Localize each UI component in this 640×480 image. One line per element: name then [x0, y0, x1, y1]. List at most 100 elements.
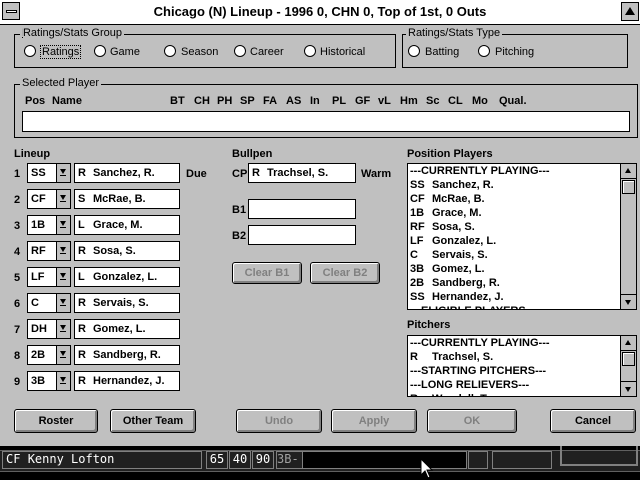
list-item[interactable]: C Servais, S. — [410, 249, 488, 261]
scroll-down-icon[interactable] — [621, 294, 636, 309]
lineup-player-field[interactable]: L Grace, M. — [74, 215, 180, 235]
lineup-player-field[interactable]: R Hernandez, J. — [74, 371, 180, 391]
radio-pitching-label[interactable]: Pitching — [495, 46, 534, 58]
lineup-player-field[interactable]: R Sosa, S. — [74, 241, 180, 261]
radio-game-label[interactable]: Game — [110, 46, 140, 58]
header-sc: Sc — [426, 95, 440, 107]
list-item[interactable]: RF Sosa, S. — [410, 221, 475, 233]
radio-season[interactable] — [164, 45, 176, 57]
radio-season-label[interactable]: Season — [181, 46, 218, 58]
list-item-pos: SS — [410, 179, 425, 191]
lineup-player-hand: R — [78, 245, 86, 257]
lineup-position-select[interactable]: DH — [27, 319, 71, 339]
radio-batting-label[interactable]: Batting — [425, 46, 459, 58]
radio-game[interactable] — [94, 45, 106, 57]
lineup-position-select[interactable]: 2B — [27, 345, 71, 365]
scroll-up-icon[interactable] — [621, 336, 636, 351]
lineup-position-select[interactable]: SS — [27, 163, 71, 183]
batter-name: Kenny Lofton — [27, 452, 115, 466]
list-item[interactable]: 2B Sandberg, R. — [410, 277, 500, 289]
radio-ratings[interactable] — [24, 45, 36, 57]
scroll-down-icon[interactable] — [621, 381, 636, 396]
radio-ratings-label[interactable]: Ratings — [40, 45, 82, 59]
list-item[interactable]: ---CURRENTLY PLAYING--- — [410, 165, 550, 177]
position-players-scrollbar[interactable] — [620, 164, 636, 309]
lineup-position-select[interactable]: LF — [27, 267, 71, 287]
list-item-name: Sandberg, R. — [432, 277, 500, 289]
dropdown-arrow-icon[interactable] — [56, 294, 70, 312]
lineup-position-select[interactable]: 3B — [27, 371, 71, 391]
lineup-player-field[interactable]: R Servais, S. — [74, 293, 180, 313]
radio-career[interactable] — [234, 45, 246, 57]
scroll-thumb[interactable] — [622, 180, 635, 194]
lineup-position-select[interactable]: 1B — [27, 215, 71, 235]
dropdown-arrow-icon[interactable] — [56, 320, 70, 338]
radio-batting[interactable] — [408, 45, 420, 57]
other-team-button[interactable]: Other Team — [110, 409, 196, 433]
window-title: Chicago (N) Lineup - 1996 0, CHN 0, Top … — [153, 4, 487, 19]
ok-button[interactable]: OK — [427, 409, 517, 433]
scroll-thumb[interactable] — [622, 352, 635, 366]
list-item-name: Sanchez, R. — [432, 179, 494, 191]
dropdown-arrow-icon[interactable] — [56, 216, 70, 234]
scroll-up-icon[interactable] — [621, 164, 636, 179]
list-item[interactable]: ---CURRENTLY PLAYING--- — [410, 337, 550, 349]
dropdown-arrow-icon[interactable] — [56, 190, 70, 208]
dropdown-arrow-icon[interactable] — [56, 268, 70, 286]
apply-button[interactable]: Apply — [331, 409, 417, 433]
radio-historical[interactable] — [304, 45, 316, 57]
list-item[interactable]: LF Gonzalez, L. — [410, 235, 496, 247]
lineup-player-name: Sanchez, R. — [93, 167, 155, 179]
cancel-button[interactable]: Cancel — [550, 409, 636, 433]
radio-historical-label[interactable]: Historical — [320, 46, 365, 58]
stat-1: 65 — [206, 451, 228, 469]
list-item-name: Wendell, T. — [432, 393, 489, 396]
selected-player-row[interactable] — [22, 111, 630, 132]
lineup-position-select[interactable]: RF — [27, 241, 71, 261]
system-menu-icon[interactable] — [2, 2, 20, 20]
list-item[interactable]: 1B Grace, M. — [410, 207, 482, 219]
clear-b1-button[interactable]: Clear B1 — [232, 262, 302, 284]
undo-button[interactable]: Undo — [236, 409, 322, 433]
dropdown-arrow-icon[interactable] — [56, 164, 70, 182]
lineup-player-field[interactable]: S McRae, B. — [74, 189, 180, 209]
lineup-position-value: SS — [31, 167, 46, 179]
maximize-icon[interactable] — [621, 2, 639, 21]
dropdown-arrow-icon[interactable] — [56, 242, 70, 260]
radio-career-label[interactable]: Career — [250, 46, 284, 58]
position-players-title: Position Players — [407, 148, 493, 160]
list-item[interactable]: R Trachsel, S. — [410, 351, 493, 363]
pitchers-scrollbar[interactable] — [620, 336, 636, 396]
list-item[interactable]: 3B Gomez, L. — [410, 263, 485, 275]
list-item[interactable]: CF McRae, B. — [410, 193, 485, 205]
lineup-player-field[interactable]: R Gomez, L. — [74, 319, 180, 339]
lineup-player-name: Gonzalez, L. — [93, 271, 158, 283]
list-item-name: ---ELIGIBLE PLAYERS--- — [410, 305, 537, 309]
list-item[interactable]: RWendell, T. — [410, 393, 489, 396]
lineup-slot-number: 6 — [14, 298, 21, 310]
lineup-position-select[interactable]: C — [27, 293, 71, 313]
radio-pitching[interactable] — [478, 45, 490, 57]
clear-b2-button[interactable]: Clear B2 — [310, 262, 380, 284]
list-item[interactable]: ---ELIGIBLE PLAYERS--- — [410, 305, 537, 309]
status-message-box — [302, 451, 467, 469]
position-players-list[interactable]: ---CURRENTLY PLAYING--- SS Sanchez, R. CF Mc… — [407, 163, 637, 310]
lineup-slot-number: 3 — [14, 220, 21, 232]
list-item[interactable]: ---STARTING PITCHERS--- — [410, 365, 546, 377]
pitchers-list[interactable]: ---CURRENTLY PLAYING--- R Trachsel, S. ---S… — [407, 335, 637, 397]
list-item[interactable]: SS Hernandez, J. — [410, 291, 504, 303]
cp-field[interactable]: R Trachsel, S. — [248, 163, 356, 183]
b2-field[interactable] — [248, 225, 356, 245]
list-item-name: Servais, S. — [432, 249, 488, 261]
list-item-pos: CF — [410, 193, 425, 205]
dropdown-arrow-icon[interactable] — [56, 372, 70, 390]
lineup-player-field[interactable]: L Gonzalez, L. — [74, 267, 180, 287]
list-item[interactable]: SS Sanchez, R. — [410, 179, 494, 191]
dropdown-arrow-icon[interactable] — [56, 346, 70, 364]
lineup-player-field[interactable]: R Sandberg, R. — [74, 345, 180, 365]
lineup-position-select[interactable]: CF — [27, 189, 71, 209]
list-item[interactable]: ---LONG RELIEVERS--- — [410, 379, 529, 391]
b1-field[interactable] — [248, 199, 356, 219]
lineup-player-field[interactable]: R Sanchez, R. — [74, 163, 180, 183]
roster-button[interactable]: Roster — [14, 409, 98, 433]
